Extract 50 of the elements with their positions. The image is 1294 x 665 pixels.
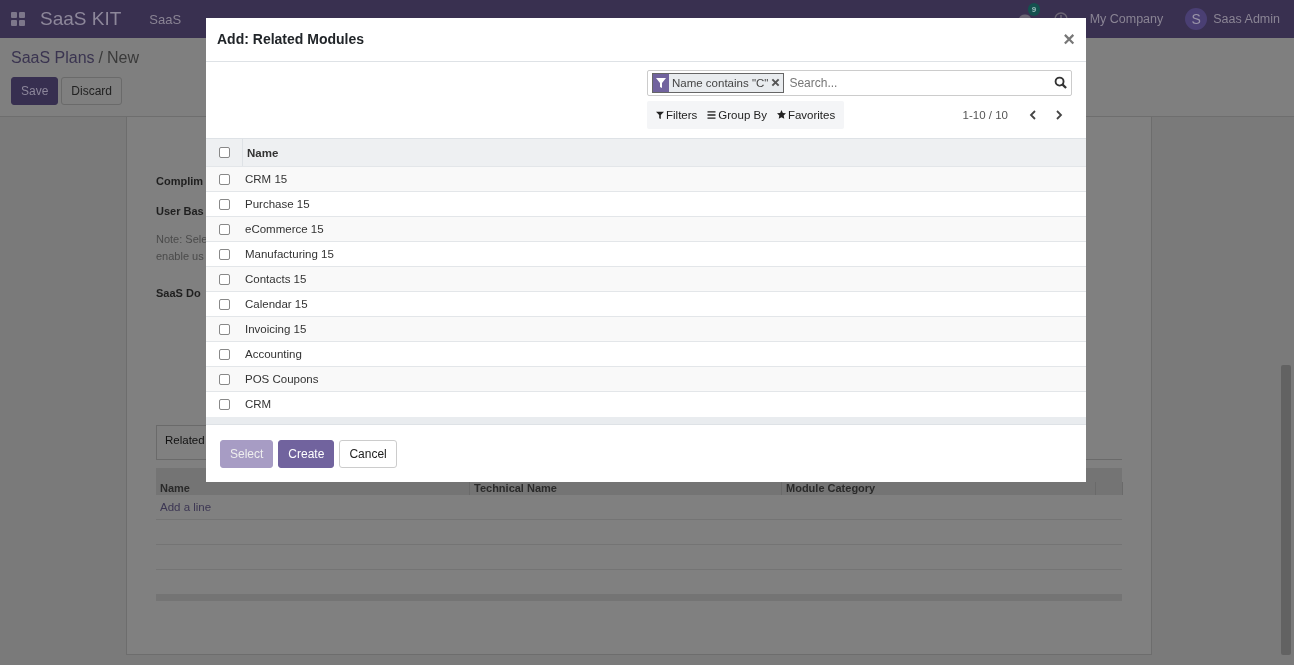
notification-badge: 9 — [1027, 3, 1041, 16]
table-cell[interactable]: eCommerce 15 — [242, 223, 324, 236]
next-page-icon[interactable] — [1054, 109, 1064, 120]
row-checkbox[interactable] — [218, 173, 230, 185]
field-label: Complim — [156, 175, 204, 187]
previous-page-icon[interactable] — [1028, 109, 1038, 120]
table-cell[interactable]: POS Coupons — [242, 373, 319, 386]
row-checkbox[interactable] — [218, 248, 230, 260]
search-field[interactable]: Name contains "C" Search... — [647, 69, 1072, 96]
table-cell[interactable]: Invoicing 15 — [242, 323, 307, 336]
list-icon — [707, 110, 717, 119]
column-header[interactable]: Name — [243, 146, 279, 159]
row-checkbox[interactable] — [218, 298, 230, 310]
row-checkbox[interactable] — [218, 223, 230, 235]
close-button[interactable]: × — [1063, 27, 1075, 51]
pager-value: 1-10 / 10 — [962, 108, 1008, 121]
filter-icon — [656, 110, 664, 119]
apps-grid-icon[interactable] — [11, 12, 25, 26]
row-checkbox[interactable] — [218, 373, 230, 385]
row-checkbox[interactable] — [218, 398, 230, 410]
table-cell[interactable]: Contacts 15 — [242, 273, 307, 286]
cancel-button[interactable]: Cancel — [339, 439, 397, 468]
select-all-checkbox[interactable] — [218, 147, 230, 159]
star-icon — [776, 110, 786, 120]
search-option-button[interactable]: Filters — [651, 108, 703, 121]
row-checkbox[interactable] — [218, 348, 230, 360]
breadcrumb-separator: / — [98, 48, 104, 67]
breadcrumb-current: New — [107, 48, 140, 67]
row-checkbox[interactable] — [218, 323, 230, 335]
filter-facet[interactable]: Name contains "C" — [652, 72, 785, 93]
filter-icon — [653, 73, 669, 92]
create-button[interactable]: Create — [278, 439, 335, 468]
dialog-title: Add: Related Modules — [217, 31, 364, 48]
discard-button[interactable]: Discard — [61, 77, 123, 106]
field-label: User Bas — [156, 205, 204, 217]
row-checkbox[interactable] — [218, 198, 230, 210]
search-icon[interactable] — [1054, 76, 1067, 90]
app-name: SaaS KIT — [40, 8, 122, 30]
search-option-button[interactable]: Favorites — [771, 108, 841, 121]
save-button[interactable]: Save — [11, 77, 59, 106]
table-cell[interactable]: Accounting — [242, 348, 302, 361]
remove-icon[interactable] — [771, 78, 781, 88]
field-label: SaaS Do — [156, 287, 201, 299]
table-cell[interactable]: Calendar 15 — [242, 298, 308, 311]
table-cell[interactable]: CRM 15 — [242, 173, 288, 186]
table-cell[interactable]: Manufacturing 15 — [242, 248, 334, 261]
search-option-button[interactable]: Group By — [702, 108, 772, 121]
table-cell[interactable]: Purchase 15 — [242, 198, 310, 211]
table-cell[interactable]: CRM — [242, 398, 272, 411]
row-checkbox[interactable] — [218, 273, 230, 285]
